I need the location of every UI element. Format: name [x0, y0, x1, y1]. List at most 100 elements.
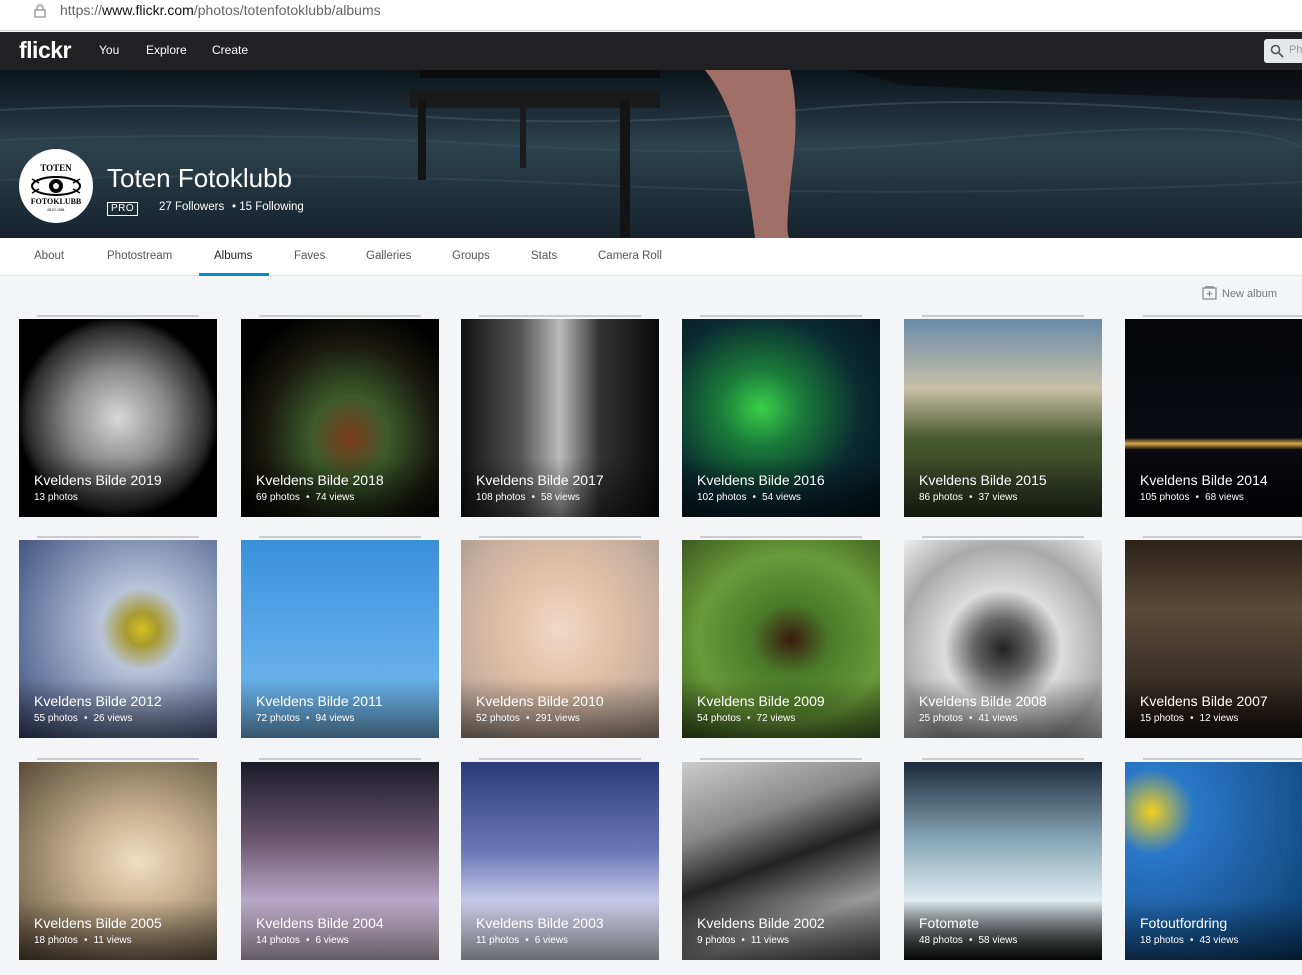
album-stack-edge	[479, 536, 641, 538]
album-stats: 48 photos • 58 views	[919, 935, 1017, 946]
album-view-count: 26 views	[93, 713, 133, 724]
album-view-count: 58 views	[541, 492, 580, 503]
album-card[interactable]: Kveldens Bilde 2010 52 photos • 291 views	[461, 540, 659, 738]
album-stats: 11 photos • 6 views	[476, 935, 568, 946]
album-photo-count: 11 photos	[476, 935, 520, 946]
album-stack-edge	[1143, 315, 1302, 317]
tab-faves[interactable]: Faves	[294, 250, 325, 262]
album-stats: 102 photos • 54 views	[697, 492, 801, 503]
album-title: Kveldens Bilde 2008	[919, 693, 1047, 709]
separator-dot: •	[746, 713, 751, 724]
album-title: Kveldens Bilde 2004	[256, 915, 384, 931]
album-card[interactable]: Kveldens Bilde 2002 9 photos • 11 views	[682, 762, 880, 960]
search-placeholder: Ph	[1289, 44, 1302, 56]
album-stats: 86 photos • 37 views	[919, 492, 1017, 503]
album-card[interactable]: Kveldens Bilde 2008 25 photos • 41 views	[904, 540, 1102, 738]
following-link[interactable]: • 15 Following	[232, 201, 304, 213]
album-stack-edge	[259, 758, 421, 760]
album-stats: 18 photos • 43 views	[1140, 935, 1238, 946]
tab-albums[interactable]: Albums	[214, 250, 252, 262]
album-card[interactable]: Kveldens Bilde 2003 11 photos • 6 views	[461, 762, 659, 960]
nav-explore[interactable]: Explore	[146, 43, 187, 57]
active-tab-indicator	[199, 273, 269, 276]
separator-dot: •	[1189, 935, 1194, 946]
album-photo-count: 105 photos	[1140, 492, 1190, 503]
search-icon	[1270, 44, 1284, 58]
album-card[interactable]: Kveldens Bilde 2011 72 photos • 94 views	[241, 540, 439, 738]
album-view-count: 94 views	[315, 713, 355, 724]
separator-dot: •	[305, 492, 310, 503]
separator-dot: •	[305, 935, 310, 946]
album-card[interactable]: Kveldens Bilde 2012 55 photos • 26 views	[19, 540, 217, 738]
album-title: Kveldens Bilde 2003	[476, 915, 604, 931]
album-card[interactable]: Kveldens Bilde 2016 102 photos • 54 views	[682, 319, 880, 517]
album-view-count: 43 views	[1199, 935, 1239, 946]
album-title: Fotoutfordring	[1140, 915, 1228, 931]
album-photo-count: 15 photos	[1140, 713, 1184, 724]
url-text[interactable]: https://www.flickr.com/photos/totenfotok…	[60, 2, 381, 18]
separator-dot: •	[968, 713, 973, 724]
tab-galleries[interactable]: Galleries	[366, 250, 411, 262]
album-stats: 72 photos • 94 views	[256, 713, 354, 724]
album-stack-edge	[37, 315, 199, 317]
tab-groups[interactable]: Groups	[452, 250, 490, 262]
separator-dot: •	[525, 713, 530, 724]
separator-dot: •	[525, 935, 529, 946]
album-photo-count: 108 photos	[476, 492, 526, 503]
album-card[interactable]: Fotoutfordring 18 photos • 43 views	[1125, 762, 1302, 960]
tab-about[interactable]: About	[34, 250, 64, 262]
album-stack-edge	[37, 758, 199, 760]
album-view-count: 6 views	[315, 935, 349, 946]
album-stack-edge	[700, 315, 862, 317]
pro-badge: PRO	[107, 202, 139, 216]
album-view-count: 11 views	[93, 935, 132, 946]
album-card[interactable]: Kveldens Bilde 2004 14 photos • 6 views	[241, 762, 439, 960]
browser-url-bar[interactable]: https://www.flickr.com/photos/totenfotok…	[0, 0, 1302, 31]
album-title: Fotomøte	[919, 915, 979, 931]
profile-avatar[interactable]: TOTEN FOTOKLUBB 28.02.1981	[19, 149, 93, 223]
album-card[interactable]: Fotomøte 48 photos • 58 views	[904, 762, 1102, 960]
album-title: Kveldens Bilde 2010	[476, 693, 604, 709]
tab-photostream[interactable]: Photostream	[107, 250, 172, 262]
album-card[interactable]: Kveldens Bilde 2007 15 photos • 12 views	[1125, 540, 1302, 738]
album-stats: 14 photos • 6 views	[256, 935, 349, 946]
album-title: Kveldens Bilde 2019	[34, 472, 162, 488]
followers-link[interactable]: 27 Followers	[159, 201, 224, 213]
album-card[interactable]: Kveldens Bilde 2017 108 photos • 58 views	[461, 319, 659, 517]
toten-fotoklubb-logo: TOTEN FOTOKLUBB 28.02.1981	[20, 150, 92, 222]
album-stack-edge	[1143, 758, 1302, 760]
lock-icon	[34, 4, 46, 18]
album-photo-count: 52 photos	[476, 713, 520, 724]
album-photo-count: 55 photos	[34, 713, 78, 724]
separator-dot: •	[752, 492, 757, 503]
nav-create[interactable]: Create	[212, 43, 248, 57]
flickr-logo[interactable]: flickr	[19, 37, 71, 64]
tab-camera-roll[interactable]: Camera Roll	[598, 250, 662, 262]
album-photo-count: 54 photos	[697, 713, 741, 724]
nav-you[interactable]: You	[99, 43, 119, 57]
album-title: Kveldens Bilde 2012	[34, 693, 162, 709]
album-card[interactable]: Kveldens Bilde 2018 69 photos • 74 views	[241, 319, 439, 517]
album-card[interactable]: Kveldens Bilde 2005 18 photos • 11 views	[19, 762, 217, 960]
album-stats: 18 photos • 11 views	[34, 935, 132, 946]
album-stack-edge	[479, 758, 641, 760]
album-stats: 9 photos • 11 views	[697, 935, 789, 946]
album-title: Kveldens Bilde 2011	[256, 693, 383, 709]
album-card[interactable]: Kveldens Bilde 2009 54 photos • 72 views	[682, 540, 880, 738]
album-stack-edge	[37, 536, 199, 538]
new-album-icon	[1202, 286, 1217, 300]
album-view-count: 291 views	[535, 713, 580, 724]
album-stats: 105 photos • 68 views	[1140, 492, 1244, 503]
search-input[interactable]: Ph	[1264, 39, 1302, 63]
profile-tabs: About Photostream Albums Faves Galleries…	[0, 238, 1302, 276]
new-album-label: New album	[1222, 288, 1278, 300]
album-card[interactable]: Kveldens Bilde 2019 13 photos	[19, 319, 217, 517]
album-stats: 108 photos • 58 views	[476, 492, 580, 503]
tab-stats[interactable]: Stats	[531, 250, 557, 262]
album-card[interactable]: Kveldens Bilde 2015 86 photos • 37 views	[904, 319, 1102, 517]
album-stack-edge	[700, 758, 862, 760]
album-title: Kveldens Bilde 2007	[1140, 693, 1268, 709]
album-stats: 15 photos • 12 views	[1140, 713, 1238, 724]
album-card[interactable]: Kveldens Bilde 2014 105 photos • 68 views	[1125, 319, 1302, 517]
album-view-count: 6 views	[534, 935, 569, 946]
